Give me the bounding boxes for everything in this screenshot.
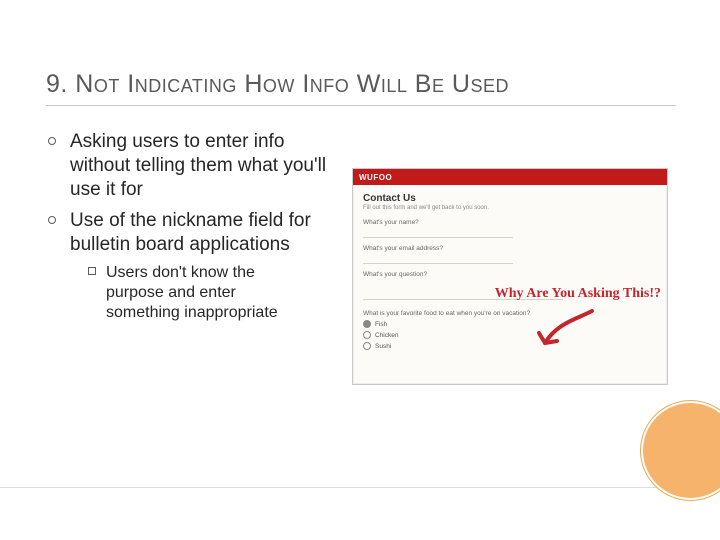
footer-divider [0, 487, 720, 488]
form-subheading: Fill out this form and we'll get back to… [363, 205, 657, 211]
form-heading: Contact Us [363, 193, 657, 204]
text-field [363, 227, 513, 238]
radio-icon [363, 320, 371, 328]
sub-bullet-list: Users don't know the purpose and enter s… [70, 263, 346, 323]
field-label: What's your email address? [363, 245, 657, 252]
option-label: Chicken [375, 332, 398, 339]
brand-logo: WUFOO [359, 173, 392, 182]
sub-bullet-text: Users don't know the purpose and enter s… [106, 264, 278, 321]
text-field [363, 253, 513, 264]
radio-option: Fish [363, 320, 657, 328]
field-label: What's your question? [363, 271, 657, 278]
handwritten-annotation: Why Are You Asking This!? [495, 287, 661, 301]
decorative-circle [641, 401, 720, 500]
question-label: What is your favorite food to eat when y… [363, 310, 657, 317]
radio-icon [363, 342, 371, 350]
form-body: Contact Us Fill out this form and we'll … [353, 185, 667, 358]
radio-icon [363, 331, 371, 339]
radio-option: Chicken [363, 331, 657, 339]
radio-option: Sushi [363, 342, 657, 350]
content-area: Asking users to enter info without telli… [46, 130, 346, 331]
bullet-text: Use of the nickname field for bulletin b… [70, 210, 311, 255]
sub-bullet-item: Users don't know the purpose and enter s… [88, 263, 296, 323]
slide: 9. Not Indicating How Info Will Be Used … [0, 0, 720, 540]
arrow-icon [537, 309, 597, 357]
bullet-item: Asking users to enter info without telli… [46, 130, 346, 201]
bullet-list: Asking users to enter info without telli… [46, 130, 346, 323]
brand-bar: WUFOO [353, 169, 667, 185]
form-screenshot: WUFOO Contact Us Fill out this form and … [352, 168, 668, 385]
slide-title: 9. Not Indicating How Info Will Be Used [46, 70, 676, 106]
field-label: What's your name? [363, 219, 657, 226]
option-label: Sushi [375, 343, 391, 350]
bullet-text: Asking users to enter info without telli… [70, 131, 326, 200]
option-label: Fish [375, 321, 387, 328]
bullet-item: Use of the nickname field for bulletin b… [46, 209, 346, 323]
